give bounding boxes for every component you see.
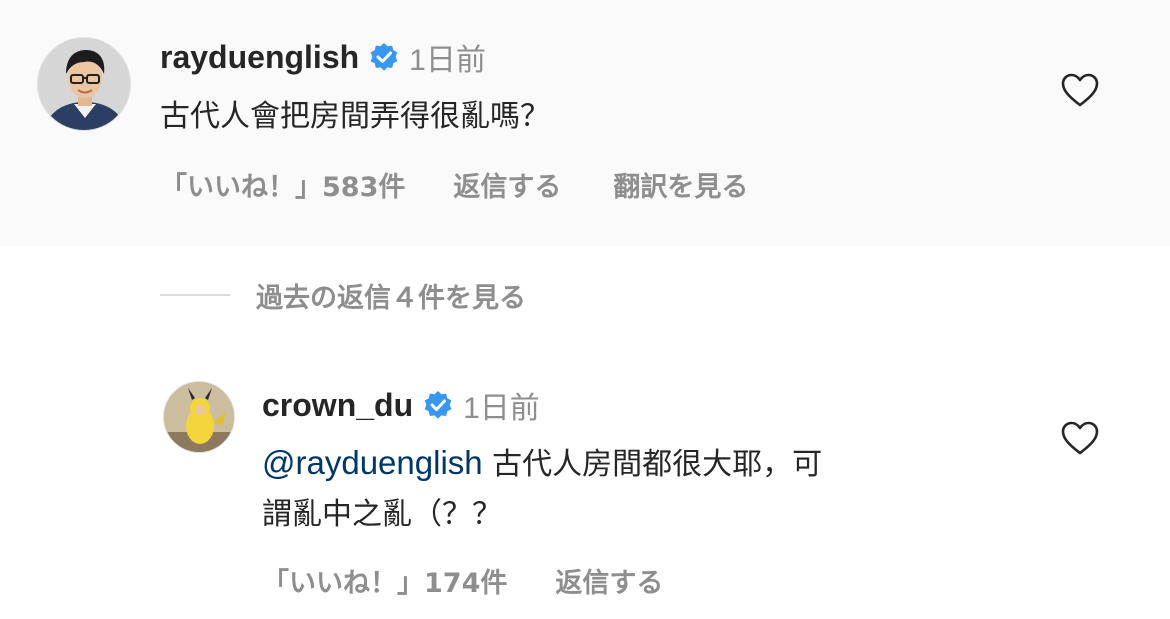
reply-actions: 「いいね！」174件 返信する: [262, 560, 663, 600]
like-count[interactable]: 「いいね！」583件: [160, 165, 405, 204]
translate-button[interactable]: 翻訳を見る: [613, 165, 748, 204]
view-replies-divider: [160, 294, 230, 296]
reply-text-line-2: 謂亂中之亂（？？: [262, 497, 502, 532]
reply-timestamp: 1日前: [463, 392, 540, 425]
reply-text-content: 古代人房間都很大耶，可: [482, 447, 823, 482]
mention-link[interactable]: @rayduenglish: [262, 444, 483, 481]
avatar-pikachu-costume-icon: [164, 382, 234, 452]
heart-icon[interactable]: [1060, 72, 1100, 108]
comment-timestamp: 1日前: [409, 44, 486, 77]
avatar-portrait-icon: [38, 38, 130, 130]
avatar[interactable]: [37, 37, 131, 131]
comment-text: 古代人會把房間弄得很亂嗎？: [160, 99, 550, 134]
view-replies-row[interactable]: 過去の返信４件を見る: [160, 275, 526, 315]
reply-button[interactable]: 返信する: [453, 165, 561, 204]
heart-icon[interactable]: [1060, 420, 1100, 456]
comment-header: rayduenglish 1日前: [160, 37, 486, 78]
view-replies-button[interactable]: 過去の返信４件を見る: [256, 276, 526, 315]
reply-text-line-1: @rayduenglish 古代人房間都很大耶，可: [262, 438, 1022, 490]
reply-text: @rayduenglish 古代人房間都很大耶，可 謂亂中之亂（？？: [262, 438, 1022, 540]
reply-username[interactable]: crown_du: [262, 387, 413, 424]
verified-badge-icon: [423, 390, 453, 420]
like-count[interactable]: 「いいね！」174件: [262, 561, 507, 600]
reply-header: crown_du 1日前: [262, 385, 540, 426]
reply-button[interactable]: 返信する: [555, 561, 663, 600]
comment-username[interactable]: rayduenglish: [160, 39, 359, 76]
verified-badge-icon: [369, 42, 399, 72]
avatar[interactable]: [163, 381, 235, 453]
comment-actions: 「いいね！」583件 返信する 翻訳を見る: [160, 164, 748, 204]
